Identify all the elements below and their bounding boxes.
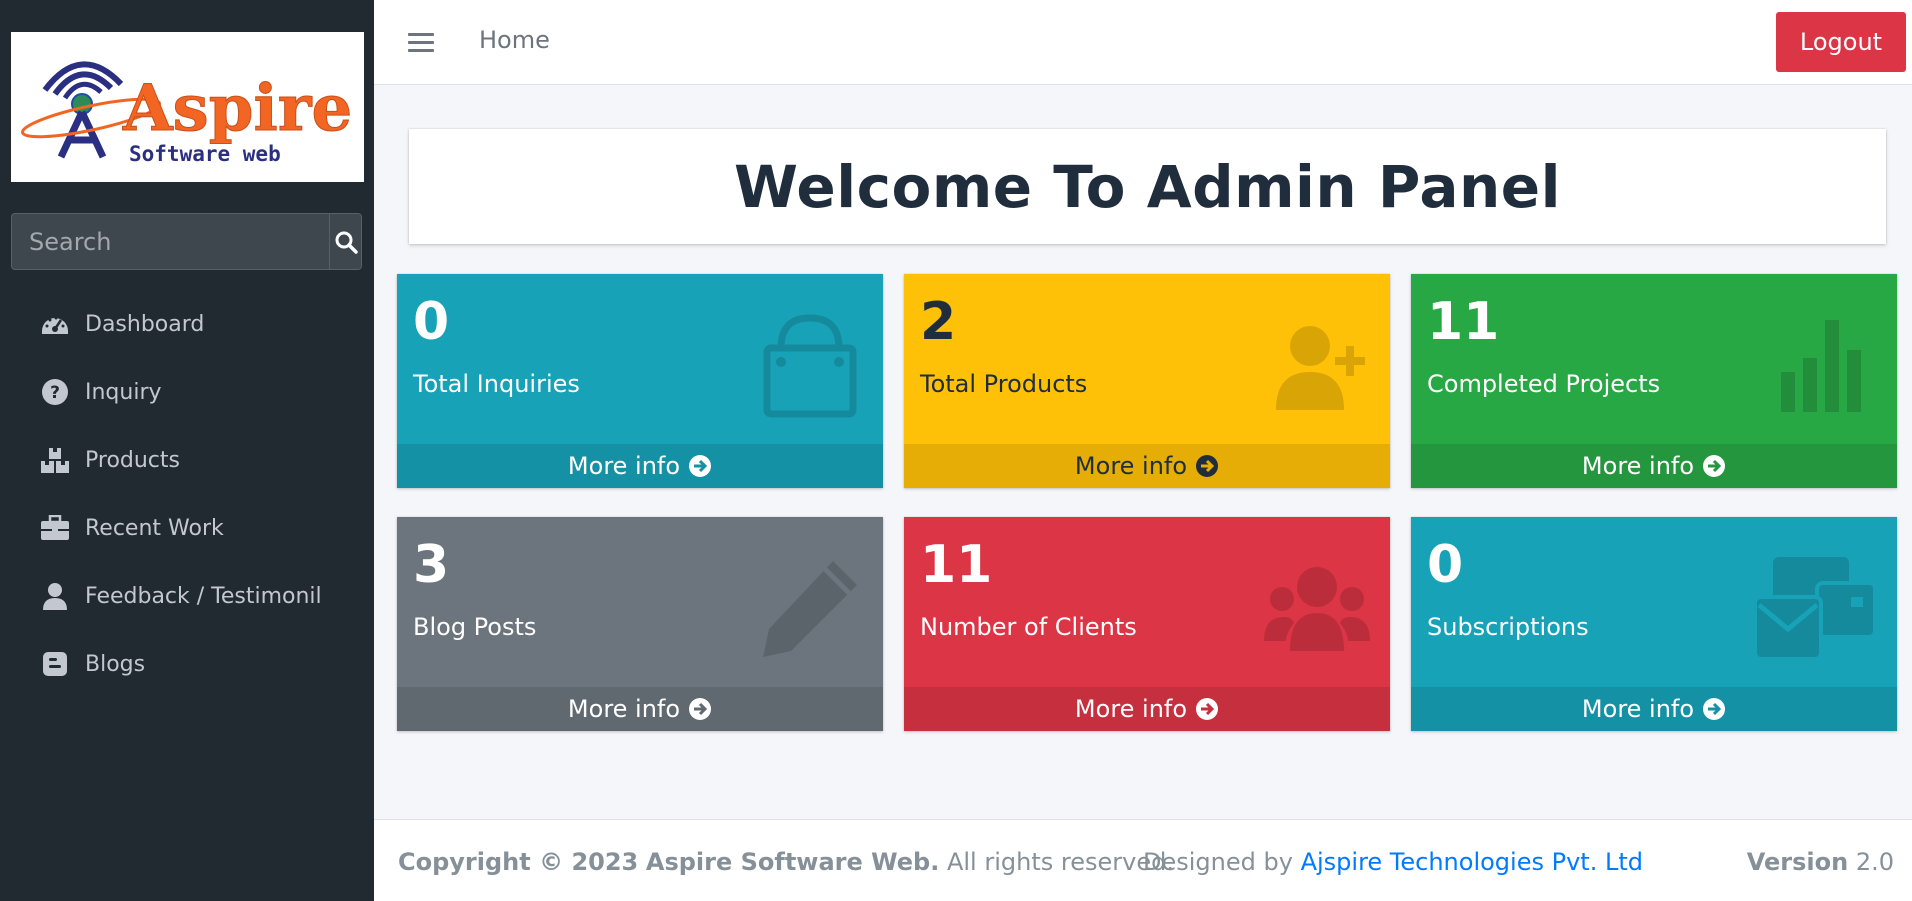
brand-link[interactable]: Aspire Software Web. xyxy=(646,848,939,876)
user-plus-icon xyxy=(1276,326,1365,410)
sidebar-item-label: Products xyxy=(85,447,180,473)
logout-button[interactable]: Logout xyxy=(1776,12,1906,72)
designer-link[interactable]: Ajspire Technologies Pvt. Ltd xyxy=(1301,848,1643,876)
version-label: Version xyxy=(1746,848,1849,876)
topbar: Home Logout xyxy=(374,0,1912,85)
svg-text:Software web: Software web xyxy=(129,142,281,166)
stat-box-blog-posts: 3 Blog Posts More info xyxy=(397,517,883,731)
sidebar-search xyxy=(11,213,362,270)
sidebar-item-feedback[interactable]: Feedback / Testimonil xyxy=(0,562,374,630)
question-circle-icon: ? xyxy=(39,376,71,408)
sidebar-item-dashboard[interactable]: Dashboard xyxy=(0,290,374,358)
more-info-link[interactable]: More info xyxy=(1411,444,1897,488)
arrow-circle-right-icon xyxy=(1196,455,1219,477)
stat-count: 0 xyxy=(413,292,450,352)
stat-label: Total Inquiries xyxy=(413,370,580,398)
stat-label: Subscriptions xyxy=(1427,613,1589,641)
svg-text:?: ? xyxy=(50,383,60,403)
sidebar-item-blogs[interactable]: Blogs xyxy=(0,630,374,698)
more-info-label: More info xyxy=(1074,452,1188,480)
page-title: Welcome To Admin Panel xyxy=(733,152,1562,221)
arrow-circle-right-icon xyxy=(1703,698,1726,720)
users-icon xyxy=(1264,567,1370,651)
version-value: 2.0 xyxy=(1855,848,1894,876)
sidebar-item-label: Inquiry xyxy=(85,379,162,405)
sidebar-item-recent-work[interactable]: Recent Work xyxy=(0,494,374,562)
stat-box-clients: 11 Number of Clients More info xyxy=(904,517,1390,731)
copyright: Copyright © 2023 Aspire Software Web. Al… xyxy=(398,848,1174,876)
designed-by: Designed by Ajspire Technologies Pvt. Lt… xyxy=(1143,848,1643,876)
home-link[interactable]: Home xyxy=(479,26,550,54)
sidebar-item-label: Recent Work xyxy=(85,515,224,541)
stat-box-subscriptions: 0 Subscriptions More info xyxy=(1411,517,1897,731)
pencil-icon xyxy=(763,561,857,657)
stat-count: 0 xyxy=(1427,535,1464,595)
arrow-circle-right-icon xyxy=(689,698,712,720)
more-info-label: More info xyxy=(1581,695,1695,723)
sidebar-item-products[interactable]: Products xyxy=(0,426,374,494)
bar-chart-icon xyxy=(1781,320,1861,412)
more-info-label: More info xyxy=(1074,695,1188,723)
search-input[interactable] xyxy=(12,214,329,269)
sidebar-item-label: Dashboard xyxy=(85,311,205,337)
brand-logo[interactable]: Aspire Software web xyxy=(11,32,364,182)
designed-prefix: Designed by xyxy=(1143,848,1293,876)
search-icon xyxy=(335,231,358,254)
stat-box-projects: 11 Completed Projects More info xyxy=(1411,274,1897,488)
user-icon xyxy=(39,580,71,612)
aspire-logo-icon: Aspire Software web xyxy=(20,61,353,166)
rights-text: All rights reserved. xyxy=(946,848,1174,876)
boxes-icon xyxy=(39,444,71,476)
version: Version 2.0 xyxy=(1747,848,1894,876)
envelopes-icon xyxy=(1753,557,1877,661)
more-info-label: More info xyxy=(1581,452,1695,480)
svg-text:Aspire: Aspire xyxy=(122,71,352,146)
page-footer: Copyright © 2023 Aspire Software Web. Al… xyxy=(374,819,1912,901)
more-info-link[interactable]: More info xyxy=(397,444,883,488)
stat-label: Total Products xyxy=(920,370,1088,398)
more-info-link[interactable]: More info xyxy=(904,444,1390,488)
stat-label: Completed Projects xyxy=(1427,370,1661,398)
more-info-link[interactable]: More info xyxy=(904,687,1390,731)
stat-label: Blog Posts xyxy=(413,613,537,641)
sidebar-item-inquiry[interactable]: ? Inquiry xyxy=(0,358,374,426)
arrow-circle-right-icon xyxy=(1196,698,1219,720)
sidebar-nav: Dashboard ? Inquiry Products Recent Work… xyxy=(0,290,374,698)
stat-count: 11 xyxy=(1427,292,1500,352)
more-info-label: More info xyxy=(567,695,681,723)
sidebar-item-label: Blogs xyxy=(85,651,146,677)
stat-box-products: 2 Total Products More info xyxy=(904,274,1390,488)
briefcase-icon xyxy=(39,512,71,544)
more-info-link[interactable]: More info xyxy=(397,687,883,731)
tachometer-icon xyxy=(39,308,71,340)
menu-toggle-icon[interactable] xyxy=(408,28,434,56)
arrow-circle-right-icon xyxy=(689,455,712,477)
more-info-label: More info xyxy=(567,452,681,480)
more-info-link[interactable]: More info xyxy=(1411,687,1897,731)
blogger-icon xyxy=(39,648,71,680)
sidebar: Aspire Software web Dashboard ? Inquiry xyxy=(0,0,374,901)
welcome-card: Welcome To Admin Panel xyxy=(409,129,1886,244)
stat-label: Number of Clients xyxy=(920,613,1137,641)
search-button[interactable] xyxy=(329,214,361,269)
stat-count: 3 xyxy=(413,535,450,595)
stat-count: 2 xyxy=(920,292,957,352)
copyright-prefix: Copyright © 2023 xyxy=(398,848,639,876)
stat-count: 11 xyxy=(920,535,993,595)
sidebar-item-label: Feedback / Testimonil xyxy=(85,583,322,609)
arrow-circle-right-icon xyxy=(1703,455,1726,477)
stat-box-inquiries: 0 Total Inquiries More info xyxy=(397,274,883,488)
shopping-bag-icon xyxy=(763,314,857,418)
